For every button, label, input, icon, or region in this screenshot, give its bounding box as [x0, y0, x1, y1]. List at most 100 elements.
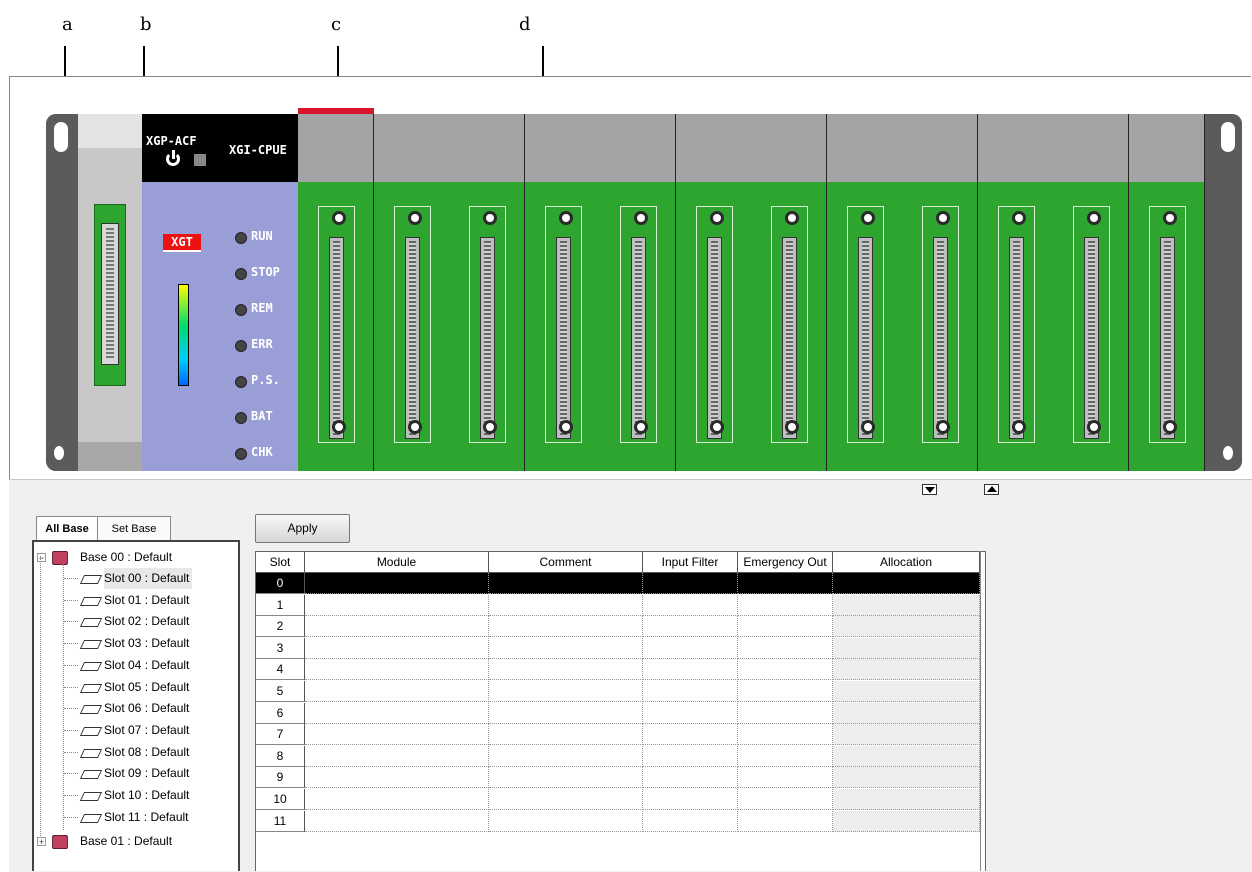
io-slot[interactable]: [826, 114, 902, 471]
table-cell[interactable]: [489, 702, 643, 724]
table-row[interactable]: 11: [256, 810, 980, 832]
table-cell[interactable]: [489, 594, 643, 616]
io-slot[interactable]: [1053, 114, 1128, 471]
table-cell[interactable]: [833, 659, 980, 681]
column-header[interactable]: Input Filter: [643, 552, 738, 573]
io-slot[interactable]: [600, 114, 675, 471]
table-cell[interactable]: [833, 767, 980, 789]
tree-item-slot[interactable]: Slot 04 : Default: [34, 655, 239, 676]
table-cell[interactable]: [305, 616, 489, 638]
table-cell[interactable]: [643, 789, 738, 810]
power-slot[interactable]: [78, 114, 142, 471]
table-cell[interactable]: [833, 745, 980, 767]
table-cell[interactable]: [305, 573, 489, 594]
collapse-icon[interactable]: −: [37, 553, 46, 563]
tree-item-slot[interactable]: Slot 02 : Default: [34, 611, 239, 632]
table-cell[interactable]: [305, 724, 489, 746]
table-cell[interactable]: [738, 573, 833, 594]
table-row[interactable]: 0: [256, 573, 980, 594]
tree-item-slot[interactable]: Slot 11 : Default: [34, 807, 239, 828]
io-slot[interactable]: [1128, 114, 1204, 471]
io-slot[interactable]: [449, 114, 524, 471]
table-row[interactable]: 7: [256, 724, 980, 746]
table-cell[interactable]: [305, 659, 489, 681]
table-cell[interactable]: [833, 702, 980, 724]
table-cell[interactable]: [489, 659, 643, 681]
tree-item-slot[interactable]: Slot 08 : Default: [34, 742, 239, 763]
table-row[interactable]: 1: [256, 594, 980, 616]
table-cell[interactable]: [833, 724, 980, 746]
io-slot[interactable]: [977, 114, 1053, 471]
power-module[interactable]: XGP-ACF XGT: [142, 114, 223, 471]
io-slot[interactable]: [902, 114, 977, 471]
tree-item-base-01[interactable]: + Base 01 : Default: [36, 831, 236, 852]
table-cell[interactable]: [305, 767, 489, 789]
table-cell[interactable]: [833, 594, 980, 616]
table-cell[interactable]: [833, 789, 980, 810]
column-header[interactable]: Slot: [256, 552, 305, 573]
tree-item-slot[interactable]: Slot 03 : Default: [34, 633, 239, 654]
table-cell[interactable]: [833, 573, 980, 594]
table-row[interactable]: 3: [256, 637, 980, 659]
table-cell[interactable]: [738, 745, 833, 767]
table-cell[interactable]: [489, 767, 643, 789]
tree-item-slot[interactable]: Slot 09 : Default: [34, 763, 239, 784]
table-cell[interactable]: [643, 810, 738, 832]
table-row[interactable]: 4: [256, 659, 980, 681]
table-cell[interactable]: [305, 745, 489, 767]
table-row[interactable]: 5: [256, 681, 980, 702]
table-cell[interactable]: [833, 637, 980, 659]
table-cell[interactable]: [489, 745, 643, 767]
table-cell[interactable]: [305, 594, 489, 616]
tree-item-slot[interactable]: Slot 01 : Default: [34, 590, 239, 611]
tab-set-base[interactable]: Set Base: [97, 516, 171, 541]
table-row[interactable]: 6: [256, 702, 980, 724]
table-cell[interactable]: [643, 616, 738, 638]
table-row[interactable]: 10: [256, 789, 980, 810]
table-cell[interactable]: [305, 789, 489, 810]
table-cell[interactable]: [738, 681, 833, 702]
table-cell[interactable]: [305, 702, 489, 724]
table-row[interactable]: 2: [256, 616, 980, 638]
tree-item-base-00[interactable]: − Base 00 : Default: [36, 547, 236, 568]
slot-table[interactable]: Slot Module Comment Input Filter Emergency O…: [255, 551, 986, 871]
base-tree[interactable]: − Base 00 : Default Slot 00 : Default Slot …: [32, 540, 240, 871]
table-cell[interactable]: [305, 681, 489, 702]
table-cell[interactable]: [738, 789, 833, 810]
table-cell[interactable]: [833, 681, 980, 702]
io-slot[interactable]: [524, 114, 600, 471]
tab-all-base[interactable]: All Base: [36, 516, 98, 541]
table-cell[interactable]: [489, 681, 643, 702]
table-cell[interactable]: [305, 810, 489, 832]
column-header[interactable]: Allocation: [833, 552, 980, 573]
table-cell[interactable]: [643, 573, 738, 594]
table-cell[interactable]: [489, 573, 643, 594]
table-cell[interactable]: [643, 745, 738, 767]
table-cell[interactable]: [305, 637, 489, 659]
io-slot[interactable]: [675, 114, 751, 471]
table-cell[interactable]: [643, 767, 738, 789]
table-cell[interactable]: [489, 810, 643, 832]
io-slot[interactable]: [373, 114, 449, 471]
table-cell[interactable]: [643, 637, 738, 659]
tree-item-slot[interactable]: Slot 10 : Default: [34, 785, 239, 806]
column-header[interactable]: Module: [305, 552, 489, 573]
table-cell[interactable]: [738, 724, 833, 746]
expand-up-button[interactable]: [984, 484, 999, 495]
table-cell[interactable]: [643, 702, 738, 724]
tree-item-slot[interactable]: Slot 07 : Default: [34, 720, 239, 741]
table-cell[interactable]: [833, 616, 980, 638]
table-cell[interactable]: [833, 810, 980, 832]
tree-item-slot[interactable]: Slot 06 : Default: [34, 698, 239, 719]
tree-item-slot[interactable]: Slot 05 : Default: [34, 677, 239, 698]
table-cell[interactable]: [738, 702, 833, 724]
table-cell[interactable]: [643, 594, 738, 616]
table-cell[interactable]: [738, 810, 833, 832]
table-cell[interactable]: [489, 789, 643, 810]
expand-icon[interactable]: +: [37, 837, 46, 847]
table-cell[interactable]: [738, 594, 833, 616]
table-cell[interactable]: [738, 637, 833, 659]
table-cell[interactable]: [738, 659, 833, 681]
table-cell[interactable]: [738, 767, 833, 789]
cpu-module[interactable]: XGI-CPUE RUN STOP REM ERR P.S. BAT CHK: [223, 114, 298, 471]
